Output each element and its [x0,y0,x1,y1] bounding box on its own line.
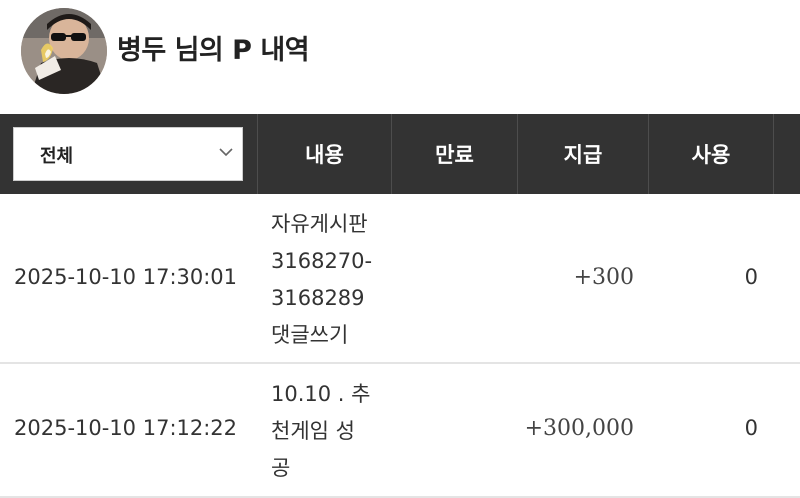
row-content-line: 10.10 . 추 [271,382,371,406]
row-content-line: 3168270- [271,249,373,273]
row-datetime: 2025-10-10 17:12:22 [14,416,238,440]
page-header: 병두 님의 P 내역 [0,0,800,114]
row-content-line: 3168289 [271,286,365,310]
column-header-grant: 지급 [517,114,648,194]
row-content: 자유게시판 3168270- 3168289 댓글쓰기 [271,206,391,354]
column-header-expiry: 만료 [391,114,517,194]
type-filter-select[interactable]: 전체 [13,127,243,181]
type-filter-value: 전체 [40,146,74,167]
column-header-content: 내용 [257,114,391,194]
row-content-line: 공 [271,456,291,480]
filter-cell: 전체 [0,114,257,194]
table-row: 2025-10-10 17:12:22 10.10 . 추 천게임 성 공 +3… [0,364,800,498]
row-content-line: 자유게시판 [271,212,368,236]
row-content-line: 천게임 성 [271,419,355,443]
row-content: 10.10 . 추 천게임 성 공 [271,376,391,487]
chevron-down-icon [219,148,233,157]
row-used: 0 [744,265,758,289]
column-header-extra [773,114,800,194]
table-header: 전체 내용 만료 지급 사용 [0,114,800,194]
row-datetime: 2025-10-10 17:30:01 [14,265,238,289]
avatar[interactable] [21,8,107,94]
page-title: 병두 님의 P 내역 [117,35,310,66]
row-used: 0 [744,416,758,440]
row-grant: +300,000 [524,416,634,441]
column-header-used: 사용 [648,114,773,194]
avatar-image [21,8,107,94]
row-grant: +300 [573,265,634,290]
row-content-line: 댓글쓰기 [271,323,349,347]
table-row: 2025-10-10 17:30:01 자유게시판 3168270- 31682… [0,194,800,364]
